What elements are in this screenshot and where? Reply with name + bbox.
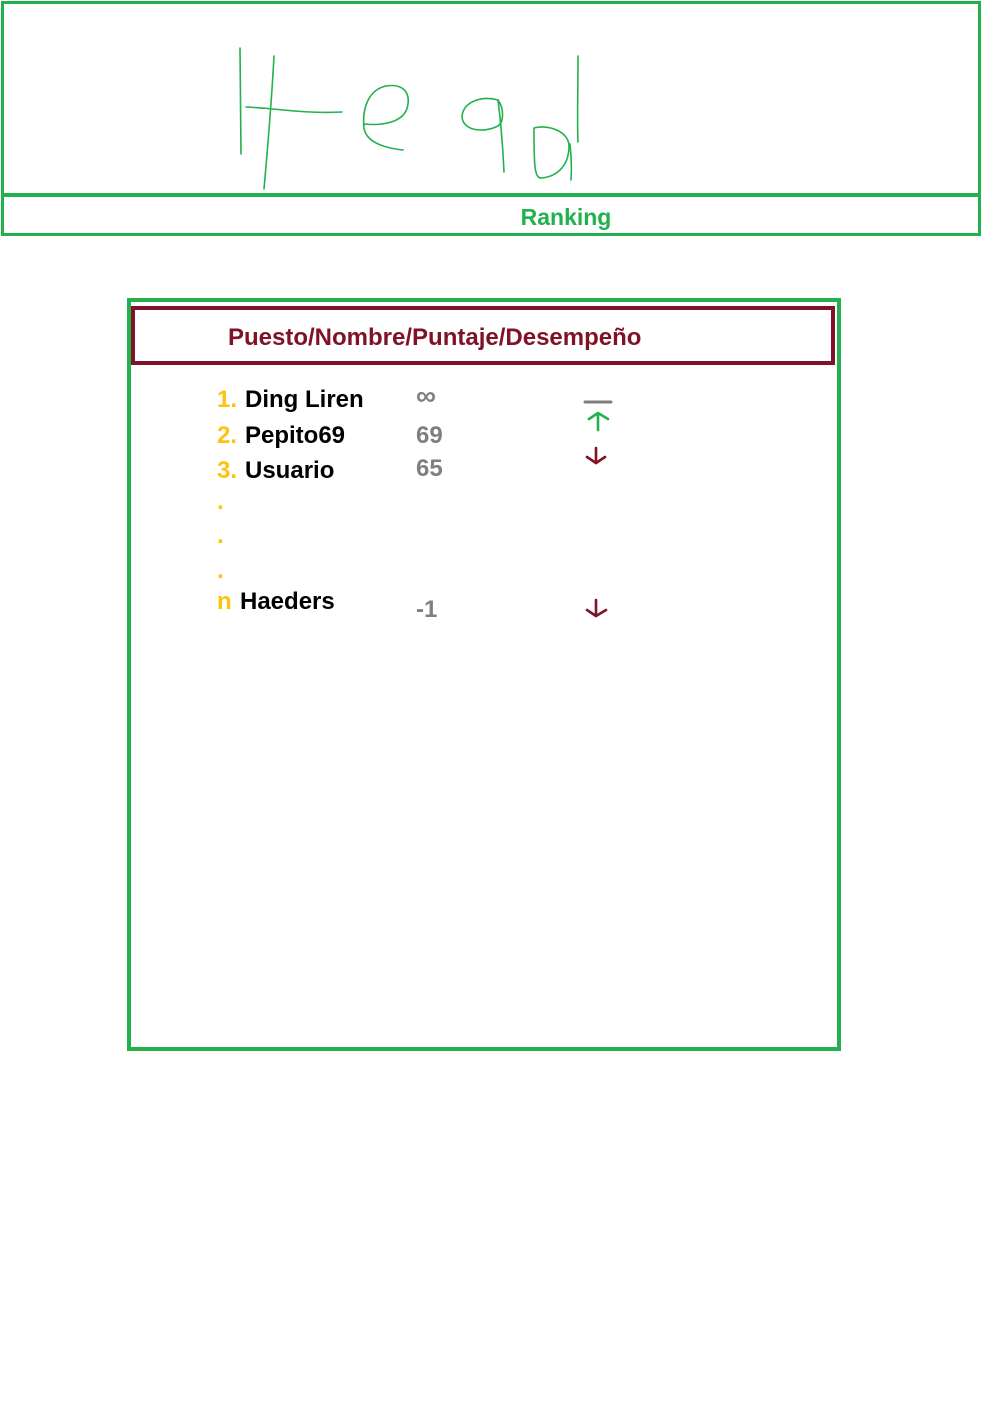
ranking-panel: Puesto/Nombre/Puntaje/Desempeño 1. Ding … [127,298,841,1051]
header [1,1,981,196]
player-score: -1 [416,596,438,623]
ranking-row[interactable]: 2. Pepito69 69 [131,411,837,456]
player-name: Ding Liren [245,386,364,413]
ranking-row[interactable]: 1. Ding Liren ∞ [131,380,837,420]
columns-header-label: Puesto/Nombre/Puntaje/Desempeño [228,324,642,351]
ellipsis-dot: . [217,522,224,549]
down-arrow-icon [583,445,613,472]
player-name: Haeders [240,588,335,615]
down-arrow-icon [583,598,613,625]
player-name: Usuario [245,457,335,484]
ranking-bar: Ranking [1,194,981,236]
up-arrow-icon [583,410,613,437]
ranking-label: Ranking [520,204,612,230]
same-icon [583,392,613,410]
ellipsis-dot: . [217,488,224,515]
rank-number: 3. [217,457,238,484]
player-score: 69 [416,422,443,449]
ellipsis-dot: . [217,557,224,584]
ranking-row[interactable]: n Haeders -1 [131,588,837,625]
ranking-row[interactable]: 3. Usuario 65 [131,446,837,491]
rank-number: n [217,588,232,615]
head-handwritten-logo [239,47,579,190]
player-name: Pepito69 [245,422,346,449]
player-score: 65 [416,455,443,482]
player-score: ∞ [416,380,436,411]
rank-number: 1. [217,386,238,413]
rank-number: 2. [217,422,238,449]
